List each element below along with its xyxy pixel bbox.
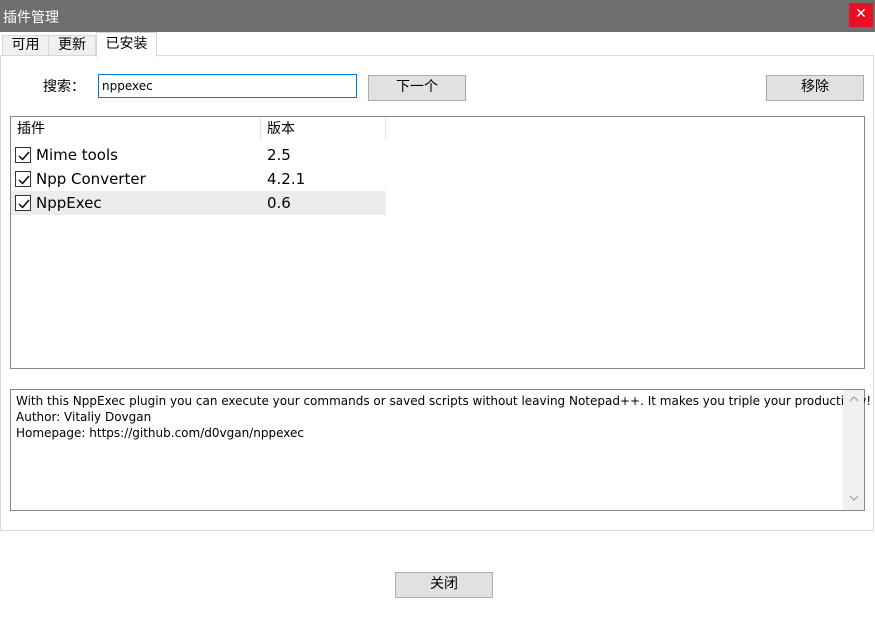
checkbox[interactable] [15, 171, 31, 187]
close-button[interactable]: 关闭 [395, 572, 493, 598]
plugin-name: Mime tools [36, 146, 118, 164]
plugin-version: 4.2.1 [267, 170, 306, 188]
column-header-version[interactable]: 版本 [261, 117, 386, 141]
vertical-scrollbar[interactable] [843, 390, 864, 510]
column-header-plugin[interactable]: 插件 [11, 117, 261, 141]
checkmark-icon [18, 175, 30, 185]
description-text: With this NppExec plugin you can execute… [16, 393, 872, 441]
plugin-list[interactable]: 插件 版本 Mime tools 2.5 Npp Converter 4.2.1… [10, 116, 865, 369]
plugin-version: 2.5 [267, 146, 291, 164]
remove-button[interactable]: 移除 [766, 75, 864, 101]
tab-bar: 可用 更新 已安装 [0, 32, 875, 57]
window-title: 插件管理 [3, 10, 59, 26]
checkmark-icon [18, 151, 30, 161]
search-label: 搜索： [43, 79, 85, 95]
tab-available[interactable]: 可用 [2, 35, 49, 56]
plugin-version: 0.6 [267, 194, 291, 212]
list-item[interactable]: Npp Converter 4.2.1 [11, 167, 386, 191]
plugin-name: Npp Converter [36, 170, 146, 188]
close-window-button[interactable]: ✕ [849, 3, 873, 27]
checkbox[interactable] [15, 147, 31, 163]
list-item[interactable]: Mime tools 2.5 [11, 143, 386, 167]
description-line: Homepage: https://github.com/d0vgan/nppe… [16, 426, 304, 440]
checkbox[interactable] [15, 195, 31, 211]
checkmark-icon [18, 199, 30, 209]
list-item-selected[interactable]: NppExec 0.6 [11, 191, 386, 215]
tab-updates[interactable]: 更新 [48, 35, 96, 56]
tab-installed[interactable]: 已安装 [96, 32, 157, 57]
close-icon: ✕ [855, 6, 867, 22]
description-line: With this NppExec plugin you can execute… [16, 394, 872, 408]
next-button[interactable]: 下一个 [368, 75, 466, 101]
scroll-down-icon[interactable] [843, 491, 864, 508]
plugin-name: NppExec [36, 194, 102, 212]
title-bar: 插件管理 ✕ [0, 0, 875, 32]
scroll-up-icon[interactable] [843, 392, 864, 409]
description-line: Author: Vitaliy Dovgan [16, 410, 152, 424]
plugin-description[interactable]: With this NppExec plugin you can execute… [10, 389, 872, 511]
search-input[interactable] [98, 74, 357, 98]
